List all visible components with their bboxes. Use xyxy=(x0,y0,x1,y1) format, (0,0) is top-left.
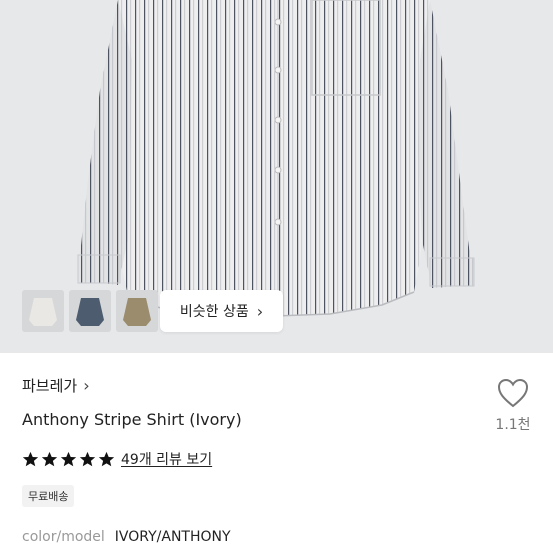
shirt-thumbnail-icon xyxy=(116,290,158,332)
rating-row: 49개 리뷰 보기 xyxy=(22,449,212,469)
similar-products-button[interactable]: 비슷한 상품 › xyxy=(160,290,283,332)
product-image[interactable]: 비슷한 상품 › xyxy=(0,0,553,353)
thumbnail-list xyxy=(22,290,158,332)
color-model-row: color/model IVORY/ANTHONY xyxy=(22,529,231,545)
star-icon xyxy=(79,451,96,466)
like-count: 1.1천 xyxy=(495,417,531,433)
shirt-thumbnail-icon xyxy=(22,290,64,332)
star-icon xyxy=(41,451,58,466)
brand-link[interactable]: 파브레가 › xyxy=(22,375,90,396)
color-model-label: color/model xyxy=(22,529,105,545)
chevron-right-icon: › xyxy=(83,376,90,395)
thumbnail-navy[interactable] xyxy=(69,290,111,332)
brand-name: 파브레가 xyxy=(22,377,78,395)
similar-products-label: 비슷한 상품 xyxy=(179,304,249,320)
review-link[interactable]: 49개 리뷰 보기 xyxy=(121,449,212,469)
free-shipping-badge: 무료배송 xyxy=(22,485,75,507)
rating-stars xyxy=(22,451,115,468)
color-model-value: IVORY/ANTHONY xyxy=(114,529,231,545)
like-button[interactable]: 1.1천 xyxy=(492,378,534,434)
shirt-thumbnail-icon xyxy=(69,290,111,332)
star-icon xyxy=(98,451,115,466)
thumbnail-ivory[interactable] xyxy=(22,290,64,332)
heart-outline-icon xyxy=(497,378,529,408)
star-icon xyxy=(60,451,77,466)
star-icon xyxy=(22,451,39,466)
product-title: Anthony Stripe Shirt (Ivory) xyxy=(22,410,242,429)
chevron-right-icon: › xyxy=(256,301,264,321)
thumbnail-khaki[interactable] xyxy=(116,290,158,332)
